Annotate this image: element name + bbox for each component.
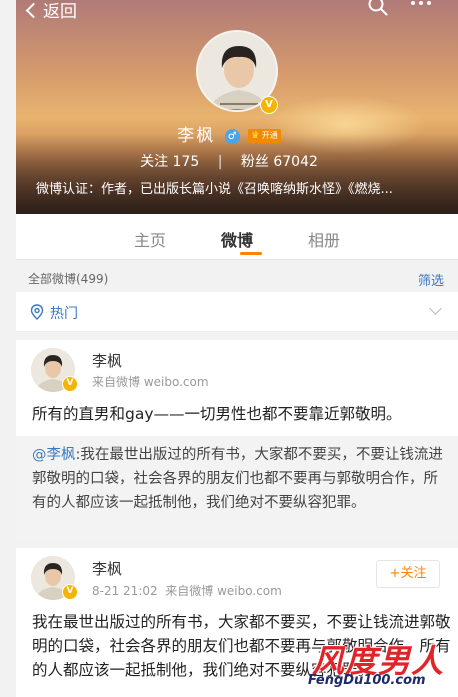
fans-stat[interactable]: 粉丝 67042 [241,154,318,170]
verified-badge-icon: V [62,376,78,392]
profile-tabs: 主页 微博 相册 [16,214,458,260]
all-weibo-count: 全部微博(499) [28,272,109,286]
top-bar: 返回 [16,0,458,22]
following-stat[interactable]: 关注 175 [140,154,199,170]
all-weibo-bar: 全部微博(499) 筛选 [16,262,458,292]
verified-badge-icon: V [62,584,78,600]
watermark-url: FengDu100.com [308,673,426,688]
follow-stats: 关注 175 | 粉丝 67042 [0,151,458,171]
author-name[interactable]: 李枫 [92,350,122,371]
tab-weibo[interactable]: 微博 [221,227,253,251]
author-name[interactable]: 李枫 [92,558,122,579]
hot-label: 热门 [50,306,78,322]
post-card[interactable]: V 李枫 来自微博 weibo.com 所有的直男和gay——一切男性也都不要靠… [16,340,458,436]
chevron-down-icon [429,302,442,315]
post-source: 来自微博 weibo.com [92,375,209,389]
mention-link[interactable]: @李枫 [32,447,76,463]
fans-label: 粉丝 [240,154,269,170]
post-text: 所有的直男和gay——一切男性也都不要靠近郭敬明。 [32,405,402,423]
location-pin-icon [30,304,44,320]
post-time: 8-21 21:02 [92,584,158,598]
male-gender-icon: ♂ [224,128,240,144]
follow-button[interactable]: +关注 [376,560,440,588]
fans-count: 67042 [273,154,318,170]
active-tab-indicator [240,252,262,255]
post-source: 来自微博 weibo.com [165,584,282,598]
following-label: 关注 [140,154,169,170]
verified-badge-icon: V [260,96,278,114]
member-badge[interactable]: ♛ 开通 [248,129,281,143]
repost-block[interactable]: @李枫:我在最世出版过的所有书，大家都不要买，不要让钱流进郭敬明的口袋，社会各界… [16,436,458,540]
back-button[interactable]: 返回 [25,0,77,22]
back-label: 返回 [43,2,77,22]
profile-name-row: 李枫 ♂ ♛ 开通 [0,121,458,146]
tab-home[interactable]: 主页 [134,227,166,251]
crown-icon: ♛ [251,131,260,141]
chevron-left-icon [25,2,42,19]
search-icon[interactable] [368,0,388,16]
member-label: 开通 [261,131,278,140]
following-count: 175 [172,154,200,170]
post-meta: 8-21 21:02 来自微博 weibo.com [92,582,282,599]
hot-selector[interactable]: 热门 [16,292,458,332]
tab-album[interactable]: 相册 [308,227,340,251]
site-watermark: 风度男人 FengDu100.com [306,636,456,694]
filter-button[interactable]: 筛选 [418,270,444,289]
more-icon[interactable] [411,1,431,5]
repost-text: :我在最世出版过的所有书，大家都不要买，不要让钱流进郭敬明的口袋，社会各界的朋友… [32,447,443,511]
banner-hills [16,134,458,214]
stats-divider: | [217,154,223,170]
verification-text: 微博认证：作者，已出版长篇小说《召唤喀纳斯水怪》《燃烧... [36,182,393,197]
profile-name: 李枫 [177,126,216,146]
